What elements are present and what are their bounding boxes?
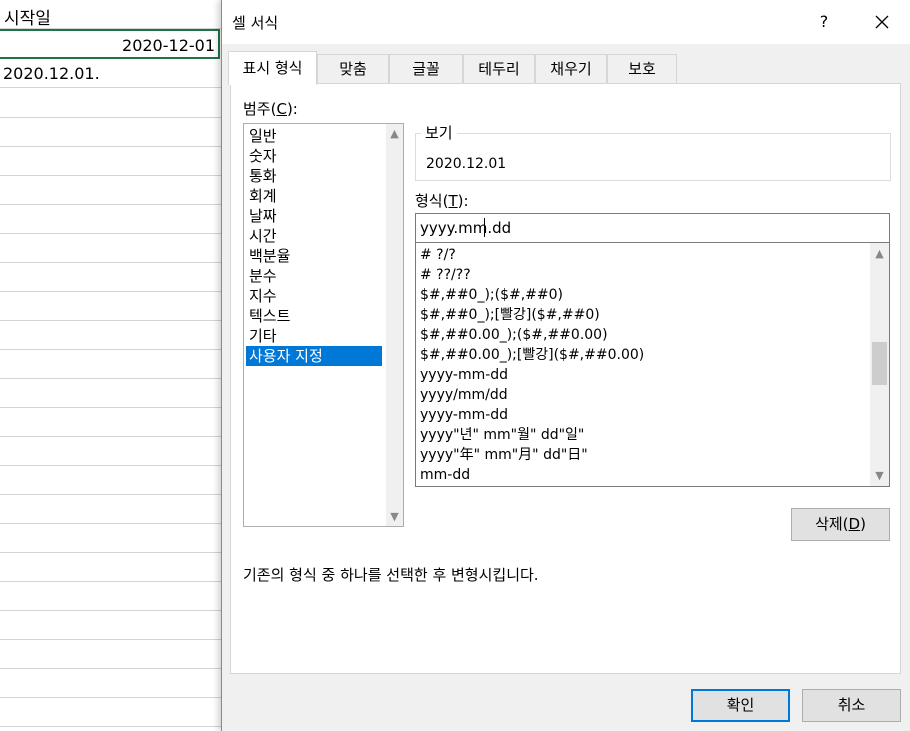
grid-line <box>0 697 222 698</box>
scroll-down-arrow-icon[interactable]: ▼ <box>871 467 888 484</box>
tab-fill[interactable]: 채우기 <box>535 54 607 84</box>
format-list-item[interactable]: yyyy-mm-dd <box>420 405 508 425</box>
close-button[interactable] <box>864 6 900 38</box>
category-item[interactable]: 숫자 <box>246 146 382 166</box>
category-item[interactable]: 텍스트 <box>246 306 382 326</box>
cancel-button[interactable]: 취소 <box>802 689 901 722</box>
tab-number[interactable]: 표시 형식 <box>228 51 317 85</box>
format-type-value: yyyy.mm.dd <box>420 219 512 237</box>
grid-line <box>0 407 222 408</box>
category-item[interactable]: 지수 <box>246 286 382 306</box>
scroll-up-arrow-icon[interactable]: ▲ <box>871 245 888 262</box>
help-button[interactable]: ? <box>812 6 836 38</box>
grid-line <box>0 204 222 205</box>
format-type-label: 형식(T): <box>415 192 469 210</box>
category-label: 범주(C): <box>243 100 298 118</box>
category-item[interactable]: 사용자 지정 <box>246 346 382 366</box>
tab-border[interactable]: 테두리 <box>463 54 535 84</box>
category-item[interactable]: 백분율 <box>246 246 382 266</box>
format-list-scrollbar[interactable]: ▲ ▼ <box>870 243 889 486</box>
format-list-item[interactable]: # ??/?? <box>420 265 471 285</box>
cell-date-text[interactable]: 2020.12.01. <box>0 59 222 88</box>
category-item[interactable]: 일반 <box>246 126 382 146</box>
dialog-title: 셀 서식 <box>232 14 279 32</box>
category-scrollbar[interactable]: ▲ ▼ <box>386 124 403 526</box>
format-list-item[interactable]: yyyy"년" mm"월" dd"일" <box>420 425 584 445</box>
format-list-item[interactable]: # ?/? <box>420 245 456 265</box>
grid-line <box>0 320 222 321</box>
grid-line <box>0 552 222 553</box>
grid-line <box>0 668 222 669</box>
close-icon <box>875 15 889 29</box>
format-type-listbox[interactable]: # ?/? # ??/?? $#,##0_);($#,##0) $#,##0_);[빨… <box>415 243 890 487</box>
description-text: 기존의 형식 중 하나를 선택한 후 변형시킵니다. <box>243 566 539 584</box>
grid-line <box>0 378 222 379</box>
delete-button[interactable]: 삭제(D) <box>791 508 890 541</box>
grid-line <box>0 262 222 263</box>
grid-line <box>0 494 222 495</box>
grid-line <box>0 175 222 176</box>
sample-label: 보기 <box>421 122 457 143</box>
format-list-item[interactable]: mm-dd <box>420 465 470 485</box>
format-list-item[interactable]: yyyy"年" mm"月" dd"日" <box>420 445 588 465</box>
format-list-item[interactable]: yyyy/mm/dd <box>420 385 508 405</box>
grid-line <box>0 233 222 234</box>
category-item[interactable]: 날짜 <box>246 206 382 226</box>
grid-line <box>0 581 222 582</box>
scroll-down-arrow-icon[interactable]: ▼ <box>386 508 403 525</box>
grid-line <box>0 117 222 118</box>
tab-alignment[interactable]: 맞춤 <box>317 54 389 84</box>
category-item[interactable]: 분수 <box>246 266 382 286</box>
tab-protection[interactable]: 보호 <box>607 54 677 84</box>
format-type-input[interactable]: yyyy.mm.dd <box>415 213 890 243</box>
number-format-panel: 범주(C): 일반 숫자 통화 회계 날짜 시간 백분율 분수 지수 텍스트 기타 사용자 지정 ▲ … <box>230 83 901 674</box>
dialog-titlebar: 셀 서식 ? <box>222 0 910 44</box>
category-item[interactable]: 시간 <box>246 226 382 246</box>
category-item[interactable]: 기타 <box>246 326 382 346</box>
text-caret <box>484 218 485 237</box>
grid-line <box>0 146 222 147</box>
spreadsheet-background: 시작일 2020-12-01 2020.12.01. <box>0 0 222 731</box>
tab-font[interactable]: 글꼴 <box>389 54 463 84</box>
grid-line <box>0 639 222 640</box>
format-list-item[interactable]: yyyy-mm-dd <box>420 365 508 385</box>
grid-line <box>0 291 222 292</box>
grid-line <box>0 523 222 524</box>
format-list-item[interactable]: $#,##0_);[빨강]($#,##0) <box>420 305 600 325</box>
sample-value: 2020.12.01 <box>426 156 507 172</box>
format-list-item[interactable]: $#,##0.00_);[빨강]($#,##0.00) <box>420 345 644 365</box>
scroll-up-arrow-icon[interactable]: ▲ <box>386 125 403 142</box>
category-item[interactable]: 통화 <box>246 166 382 186</box>
cell-header-start-date[interactable]: 시작일 <box>0 0 222 29</box>
format-cells-dialog: 셀 서식 ? 표시 형식 맞춤 글꼴 테두리 채우기 보호 범주(C): 일반 숫… <box>221 0 910 731</box>
scrollbar-thumb[interactable] <box>872 342 887 385</box>
grid-line <box>0 726 222 727</box>
cell-date-selected[interactable]: 2020-12-01 <box>0 29 220 59</box>
ok-button[interactable]: 확인 <box>691 689 790 722</box>
grid-line <box>0 436 222 437</box>
format-list-item[interactable]: $#,##0_);($#,##0) <box>420 285 563 305</box>
category-item[interactable]: 회계 <box>246 186 382 206</box>
category-listbox[interactable]: 일반 숫자 통화 회계 날짜 시간 백분율 분수 지수 텍스트 기타 사용자 지정 ▲ ▼ <box>243 123 404 527</box>
format-list-item[interactable]: $#,##0.00_);($#,##0.00) <box>420 325 608 345</box>
grid-line <box>0 349 222 350</box>
grid-line <box>0 610 222 611</box>
grid-line <box>0 465 222 466</box>
